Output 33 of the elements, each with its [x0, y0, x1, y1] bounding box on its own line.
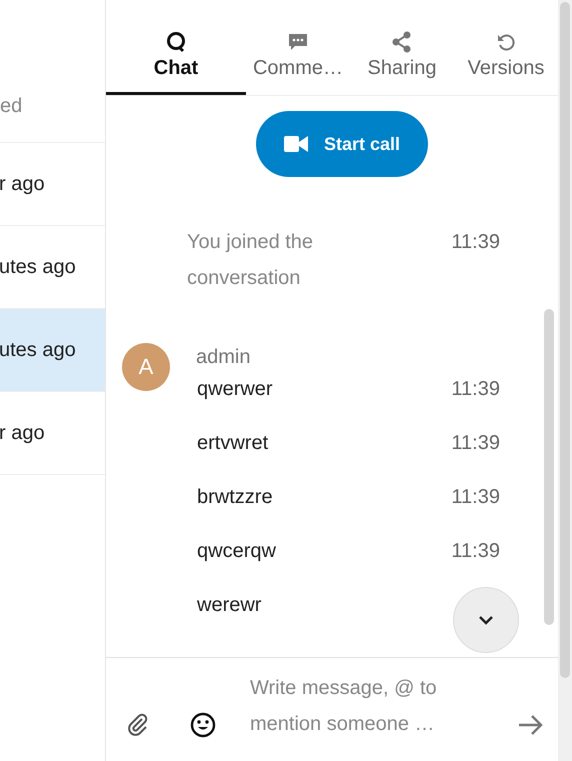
video-camera-icon: [284, 136, 308, 152]
comment-icon: [287, 31, 309, 53]
tab[interactable]: Versions: [454, 0, 558, 95]
send-button[interactable]: [518, 714, 544, 736]
system-message: You joined the conversation: [187, 230, 314, 291]
message-time: 11:39: [451, 230, 500, 255]
message-text: qwcerqw: [197, 539, 276, 564]
smiley-icon: [190, 712, 216, 738]
arrow-right-icon: [518, 714, 544, 736]
tab[interactable]: Chat: [106, 0, 246, 95]
start-call-button[interactable]: Start call: [256, 111, 428, 177]
attach-button[interactable]: [126, 712, 150, 736]
author-name: admin: [196, 346, 250, 368]
message-text: werewr: [197, 593, 262, 618]
tab[interactable]: Sharing: [350, 0, 454, 95]
paperclip-icon: [126, 712, 150, 736]
list-item[interactable]: utes ago: [0, 309, 105, 392]
tab[interactable]: Comme…: [246, 0, 350, 95]
message-text: ertvwret: [197, 431, 268, 456]
message-text: qwerwer: [197, 377, 273, 402]
message-text: brwtzzre: [197, 485, 273, 510]
emoji-button[interactable]: [190, 712, 216, 738]
column-header: ed: [0, 95, 22, 118]
message-time: 11:39: [451, 485, 500, 510]
message-time: 11:39: [451, 431, 500, 456]
chat-icon: [165, 31, 187, 53]
page-scrollbar-thumb[interactable]: [560, 2, 570, 678]
scrollbar-thumb[interactable]: [544, 309, 554, 625]
message-time: 11:39: [451, 377, 500, 402]
avatar: A: [122, 343, 170, 391]
message-time: 11:39: [451, 539, 500, 564]
share-icon: [391, 31, 413, 53]
chevron-down-icon: [478, 615, 494, 625]
